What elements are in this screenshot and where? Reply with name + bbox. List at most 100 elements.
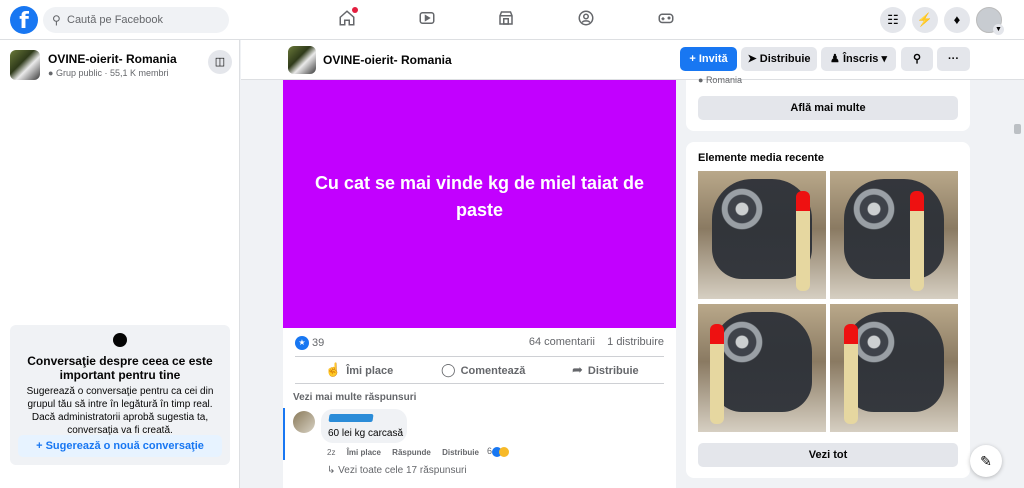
group-post: Cu cat se mai vinde kg de miel taiat de … [283,80,676,488]
scrollbar-thumb[interactable] [1014,124,1021,134]
share-count[interactable]: 1 distribuire [607,336,664,348]
notification-dot [352,7,358,13]
caret-down-icon: ▾ [878,53,887,65]
location-label: Romania [705,75,742,85]
see-all-media-button[interactable]: Vezi tot [698,443,958,467]
divider [295,383,664,384]
recent-media-card: Elemente media recente Vezi tot [686,142,970,478]
like-label: Îmi place [346,365,394,377]
messenger-icon[interactable]: ⚡ [912,7,938,33]
plus-icon: + [689,53,699,65]
search-icon: ⚲ [52,13,61,27]
plus-icon: + [36,440,46,452]
share-post-label: Distribuie [587,365,639,377]
reply-thread-line [283,408,285,460]
share-post-button[interactable]: ➦ Distribuie [572,362,639,378]
comment-button[interactable]: ◯ Comentează [441,362,525,378]
globe-icon: ● [48,68,54,78]
learn-more-button[interactable]: Află mai multe [698,96,958,120]
engagement-counts: 64 comentarii 1 distribuire [529,336,664,348]
comment-reactions[interactable]: 6 [487,446,510,457]
notifications-icon[interactable]: ♦ [944,7,970,33]
commenter-avatar[interactable] [293,411,315,433]
horse-tail [910,191,924,291]
conversation-description: Sugerează o conversaţie pentru ca cei di… [26,386,214,436]
share-arrow-icon: ➦ [572,362,583,377]
horse-tail [710,324,724,424]
profile-avatar[interactable]: ▼ [976,7,1004,35]
compose-icon: ✎ [980,453,992,469]
horse-tail [844,324,858,424]
comment-count[interactable]: 64 comentarii [529,336,595,348]
more-options-button[interactable]: ··· [937,47,970,71]
members-icon: ♟ [830,53,843,65]
invite-button[interactable]: + Invită [680,47,737,71]
reply-arrow-icon: ↳ [327,465,339,476]
joined-button[interactable]: ♟ Înscris ▾ [821,47,896,71]
conversation-suggestion-card: Conversaţie despre ceea ce este importan… [10,325,230,465]
comment-share-link[interactable]: Distribuie [442,448,479,457]
haha-reaction-icon [499,446,510,457]
horse-photo [712,312,812,412]
reaction-count: 39 [312,336,325,349]
facebook-logo-icon[interactable]: f [10,6,38,34]
comment-reply-link[interactable]: Răspunde [392,448,431,457]
invite-label: Invită [698,53,728,65]
location-text: ● Romania [698,75,742,85]
joined-label: Înscris [842,53,879,65]
top-navigation-bar: f ⚲ Caută pe Facebook ☷ ⚡ ♦ ▼ [0,0,1024,40]
group-meta: ● Grup public · 55,1 K membri [48,68,169,78]
like-icon: ★ [295,336,309,350]
comment-time[interactable]: 2z [327,448,335,457]
menu-icon[interactable]: ☷ [880,7,906,33]
comment-label: Comentează [460,365,526,377]
gaming-icon[interactable] [655,9,677,31]
more-icon: ··· [948,53,959,65]
share-arrow-icon: ➤ [747,53,760,65]
home-icon[interactable] [336,7,358,31]
media-thumbnail[interactable] [830,304,958,432]
media-thumbnail[interactable] [698,304,826,432]
group-sidebar: OVINE-oierit- Romania ● Grup public · 55… [0,40,240,488]
comment-bubble: 60 lei kg carcasă [321,409,407,443]
share-group-label: Distribuie [759,53,811,65]
watch-icon[interactable] [416,9,438,31]
divider [295,356,664,357]
search-input[interactable]: ⚲ Caută pe Facebook [43,7,229,33]
comment-actions: 2z Îmi place Răspunde Distribuie [327,448,479,457]
new-message-button[interactable]: ✎ [970,445,1002,477]
media-thumbnail[interactable] [698,171,826,299]
group-thumbnail-small[interactable] [288,46,316,74]
groups-icon[interactable] [575,9,597,31]
search-placeholder: Caută pe Facebook [67,14,164,26]
comment-like-link[interactable]: Îmi place [347,448,381,457]
post-text-background: Cu cat se mai vinde kg de miel taiat de … [283,80,676,328]
group-header-name[interactable]: OVINE-oierit- Romania [323,53,452,67]
group-header-bar: OVINE-oierit- Romania + Invită ➤ Distrib… [241,40,1024,80]
reaction-summary[interactable]: ★ 39 [295,336,324,350]
share-group-button[interactable]: ➤ Distribuie [741,47,817,71]
page-scrollbar[interactable] [1011,80,1024,488]
horse-tail [796,191,810,291]
thumbs-up-icon: ☝ [325,362,342,377]
conversation-title: Conversaţie despre ceea ce este importan… [27,354,213,382]
comment-text: 60 lei kg carcasă [328,428,404,439]
group-name[interactable]: OVINE-oierit- Romania [48,52,177,66]
marketplace-icon[interactable] [495,9,517,31]
media-thumbnail[interactable] [830,171,958,299]
chevron-down-icon: ▼ [993,24,1004,35]
like-button[interactable]: ☝ Îmi place [325,362,393,378]
search-group-button[interactable]: ⚲ [901,47,933,71]
search-icon: ⚲ [912,53,922,65]
group-meta-text: Grup public · 55,1 K membri [55,68,169,78]
suggest-conversation-label: Sugerează o nouă conversaţie [45,440,204,452]
collapse-sidebar-button[interactable]: ◫ [208,50,232,74]
suggest-conversation-button[interactable]: + Sugerează o nouă conversaţie [18,435,222,457]
recent-media-title: Elemente media recente [698,152,824,164]
view-more-replies-link[interactable]: Vezi mai multe răspunsuri [293,392,416,403]
post-text: Cu cat se mai vinde kg de miel taiat de … [314,173,645,220]
location-pin-icon: ● [698,75,706,85]
group-thumbnail[interactable] [10,50,40,80]
view-all-replies-link[interactable]: ↳ Vezi toate cele 17 răspunsuri [327,465,467,476]
horse-photo [844,312,944,412]
